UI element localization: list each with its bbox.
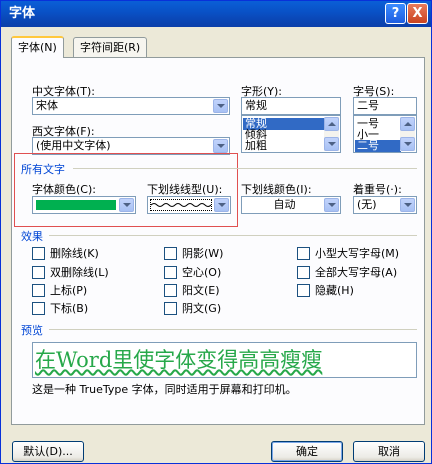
size-list[interactable]: 一号 小一 二号 <box>353 115 417 153</box>
engrave-checkbox[interactable]: 阴文(G) <box>164 302 221 315</box>
font-color-label: 字体颜色(C): <box>32 183 96 196</box>
chevron-down-icon[interactable] <box>213 139 228 153</box>
default-button[interactable]: 默认(D)... <box>12 441 84 462</box>
underline-color-value: 自动 <box>273 198 296 211</box>
small-caps-label: 小型大写字母(M) <box>315 247 400 260</box>
all-caps-checkbox[interactable]: 全部大写字母(A) <box>297 266 397 279</box>
superscript-label: 上标(P) <box>50 284 88 297</box>
preview-note: 这是一种 TrueType 字体，同时适用于屏幕和打印机。 <box>32 383 297 396</box>
outline-checkbox[interactable]: 空心(O) <box>164 266 221 279</box>
scroll-down-icon[interactable] <box>324 137 339 151</box>
group-divider <box>49 329 417 330</box>
style-input[interactable]: 常规 <box>241 97 341 115</box>
chevron-down-icon[interactable] <box>119 198 134 212</box>
title-bar: 字体 <box>1 1 431 27</box>
style-scrollbar[interactable] <box>324 117 339 151</box>
preview-group-title: 预览 <box>21 324 43 337</box>
style-option[interactable]: 加粗 <box>243 140 325 152</box>
font-color-select[interactable] <box>32 196 136 214</box>
cancel-button[interactable]: 取消 <box>353 441 425 462</box>
style-list[interactable]: 常规 倾斜 加粗 <box>241 115 341 153</box>
emphasis-select[interactable]: (无) <box>353 196 417 214</box>
underline-type-label: 下划线线型(U): <box>147 183 223 196</box>
strikethrough-label: 删除线(K) <box>50 247 99 260</box>
chevron-down-icon[interactable] <box>324 198 339 212</box>
chinese-font-select[interactable]: 宋体 <box>32 97 230 115</box>
subscript-label: 下标(B) <box>50 302 89 315</box>
scroll-up-icon[interactable] <box>400 117 415 131</box>
strikethrough-checkbox[interactable]: 删除线(K) <box>32 247 99 260</box>
subscript-checkbox[interactable]: 下标(B) <box>32 302 88 315</box>
all-caps-label: 全部大写字母(A) <box>315 266 398 279</box>
shadow-checkbox[interactable]: 阴影(W) <box>164 247 223 260</box>
window-title: 字体 <box>9 6 36 21</box>
emphasis-label: 着重号(·): <box>353 183 402 196</box>
emboss-checkbox[interactable]: 阳文(E) <box>164 284 220 297</box>
scroll-down-icon[interactable] <box>400 137 415 151</box>
emboss-label: 阳文(E) <box>182 284 220 297</box>
size-option[interactable]: 二号 <box>355 140 401 152</box>
font-dialog: 字体 ? X 字体(N) 字符间距(R) 中文字体(T): 宋体 西文字体(F)… <box>0 0 432 464</box>
double-strikethrough-checkbox[interactable]: 双删除线(L) <box>32 266 109 279</box>
size-value: 二号 <box>357 99 379 112</box>
help-button[interactable]: ? <box>385 3 406 24</box>
ok-button[interactable]: 确定 <box>271 441 343 462</box>
size-input[interactable]: 二号 <box>353 97 417 115</box>
chevron-down-icon[interactable] <box>213 99 228 113</box>
underline-color-select[interactable]: 自动 <box>241 196 341 214</box>
size-scrollbar[interactable] <box>400 117 415 151</box>
chevron-down-icon[interactable] <box>214 198 229 212</box>
superscript-checkbox[interactable]: 上标(P) <box>32 284 87 297</box>
chinese-font-value: 宋体 <box>36 99 58 112</box>
tab-character-spacing[interactable]: 字符间距(R) <box>73 37 148 57</box>
hidden-label: 隐藏(H) <box>315 284 354 297</box>
tab-font[interactable]: 字体(N) <box>11 36 64 58</box>
underline-type-select[interactable] <box>147 196 231 214</box>
font-color-swatch <box>36 200 116 210</box>
chevron-down-icon[interactable] <box>400 198 415 212</box>
all-text-group-title: 所有文字 <box>21 163 65 176</box>
shadow-label: 阴影(W) <box>182 247 224 260</box>
western-font-value: (使用中文字体) <box>36 139 111 152</box>
underline-color-label: 下划线颜色(I): <box>241 183 312 196</box>
preview-text: 在Word里使字体变得高高瘦瘦 <box>35 348 323 372</box>
small-caps-checkbox[interactable]: 小型大写字母(M) <box>297 247 399 260</box>
scroll-up-icon[interactable] <box>324 117 339 131</box>
group-divider <box>49 235 417 236</box>
emphasis-value: (无) <box>357 198 377 211</box>
effects-group-title: 效果 <box>21 230 43 243</box>
close-button[interactable]: X <box>407 3 428 24</box>
style-value: 常规 <box>245 99 267 112</box>
preview-box: 在Word里使字体变得高高瘦瘦 <box>32 342 417 378</box>
double-strikethrough-label: 双删除线(L) <box>50 266 109 279</box>
wavy-underline-icon <box>150 199 212 211</box>
outline-label: 空心(O) <box>182 266 222 279</box>
group-divider <box>73 168 417 169</box>
hidden-checkbox[interactable]: 隐藏(H) <box>297 284 354 297</box>
engrave-label: 阴文(G) <box>182 302 222 315</box>
